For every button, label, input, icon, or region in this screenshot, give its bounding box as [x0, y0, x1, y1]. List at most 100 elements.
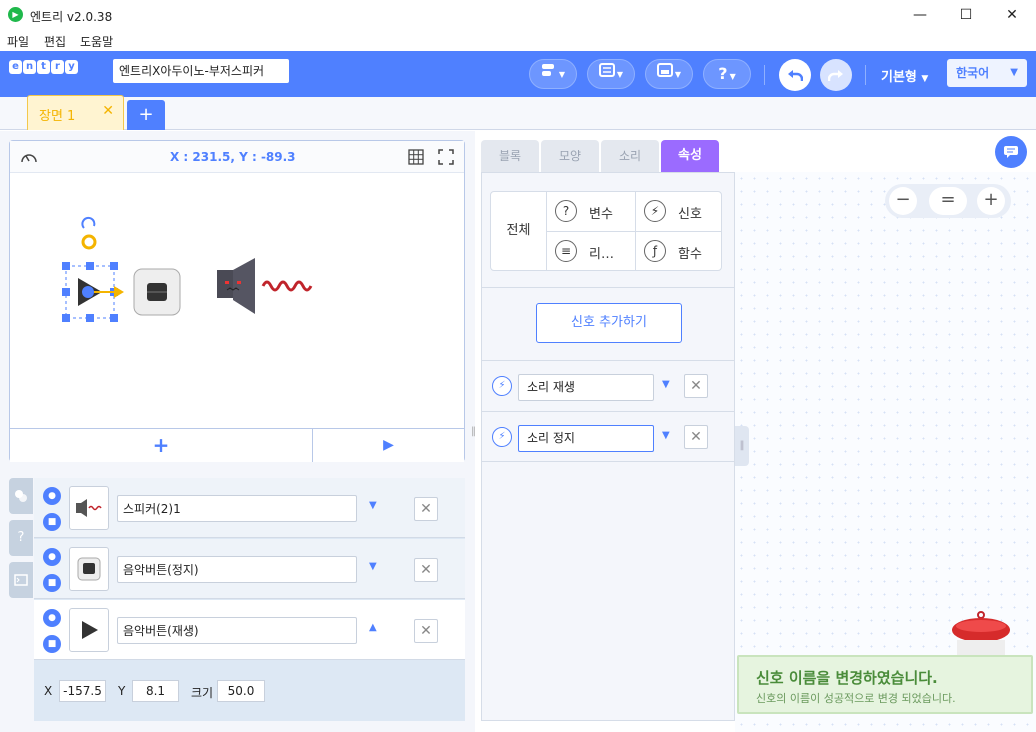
project-title-input[interactable]: 엔트리X아두이노-부저스피커	[113, 59, 289, 83]
fullscreen-icon[interactable]	[438, 149, 454, 165]
object-name-input[interactable]: 음악버튼(정지)	[117, 556, 357, 583]
category-variable[interactable]: ? 변수	[547, 192, 635, 231]
entry-logo: e n t r y	[9, 60, 78, 74]
tab-shapes[interactable]: 모양	[541, 140, 599, 172]
close-button[interactable]: ✕	[989, 0, 1035, 30]
category-label: 리…	[589, 247, 614, 262]
object-name-input[interactable]: 음악버튼(재생)	[117, 617, 357, 644]
speed-gauge-icon[interactable]	[20, 149, 38, 165]
zoom-in-button[interactable]: +	[977, 187, 1005, 215]
add-signal-button[interactable]: 신호 추가하기	[536, 303, 682, 343]
signal-icon: ⚡	[492, 427, 512, 447]
delete-signal-button[interactable]: ✕	[684, 374, 708, 398]
category-list[interactable]: ≡ 리…	[547, 232, 635, 271]
help-menu-button[interactable]: ? ▼	[703, 59, 751, 89]
eye-icon[interactable]: ●	[43, 548, 61, 566]
tab-bar: 블록 모양 소리 속성	[481, 140, 734, 173]
object-tab[interactable]	[9, 478, 33, 514]
document-icon	[598, 63, 615, 77]
tab-attributes[interactable]: 속성	[661, 140, 719, 172]
object-row[interactable]: ● ■ 스피커(2)1 ▼ ✕	[34, 478, 465, 538]
panel-resize-handle[interactable]: ‖	[471, 426, 477, 442]
eye-icon[interactable]: ●	[43, 609, 61, 627]
delete-signal-button[interactable]: ✕	[684, 425, 708, 449]
play-button-icon	[82, 621, 98, 639]
console-tab[interactable]	[9, 562, 33, 598]
signal-name-input[interactable]: 소리 정지	[518, 425, 654, 452]
delete-object-button[interactable]: ✕	[414, 497, 438, 521]
y-input[interactable]: 8.1	[132, 680, 179, 702]
chevron-down-icon[interactable]: ▼	[662, 379, 670, 390]
chevron-down-icon[interactable]: ▼	[369, 561, 377, 572]
menu-file[interactable]: 파일	[7, 33, 29, 50]
zoom-reset-button[interactable]: =	[929, 187, 967, 215]
redo-icon	[827, 70, 843, 81]
menu-edit[interactable]: 편집	[44, 33, 66, 50]
chevron-down-icon: ▼	[1010, 67, 1018, 78]
lock-icon[interactable]: ■	[43, 513, 61, 531]
mode-select[interactable]: 기본형 ▼	[881, 66, 928, 85]
add-object-button[interactable]: +	[10, 429, 313, 462]
question-icon: ?	[555, 200, 577, 222]
language-select[interactable]: 한국어 ▼	[947, 59, 1027, 87]
objects-icon	[15, 490, 27, 502]
grid-icon[interactable]	[408, 149, 424, 165]
undo-button[interactable]	[779, 59, 811, 91]
chevron-down-icon[interactable]: ▼	[369, 500, 377, 511]
signal-row: ⚡ 소리 정지 ▼ ✕	[482, 411, 734, 462]
delete-object-button[interactable]: ✕	[414, 558, 438, 582]
zoom-out-button[interactable]: −	[889, 187, 917, 215]
signal-name-input[interactable]: 소리 재생	[518, 374, 654, 401]
workspace-resize-handle[interactable]: ‖	[735, 426, 749, 466]
selected-sprite-play-button[interactable]	[58, 216, 128, 326]
attribute-panel: 전체 ? 변수 ⚡ 신호 ≡ 리… ƒ 함수 신호 추가하기 ⚡ 소리 재생 ▼…	[481, 172, 735, 721]
object-thumbnail	[69, 547, 109, 591]
speaker-icon	[76, 499, 102, 517]
close-icon[interactable]: ✕	[102, 103, 114, 119]
eye-icon[interactable]: ●	[43, 487, 61, 505]
object-thumbnail	[69, 486, 109, 530]
minimize-button[interactable]: —	[897, 0, 943, 30]
speaker-sprite[interactable]	[215, 256, 327, 316]
language-label: 한국어	[956, 66, 990, 80]
scene-tab-label: 장면 1	[39, 109, 76, 124]
stage-bottom-bar: + ▶	[10, 428, 464, 462]
list-icon: ≡	[555, 240, 577, 262]
redo-button[interactable]	[820, 59, 852, 91]
tab-blocks[interactable]: 블록	[481, 140, 539, 172]
toolbar-divider	[764, 65, 765, 85]
category-all[interactable]: 전체	[491, 192, 547, 270]
block-help-button[interactable]: ▼	[529, 59, 577, 89]
run-button[interactable]: ▶	[313, 429, 464, 462]
maximize-button[interactable]: ☐	[943, 0, 989, 30]
zoom-controls: − = +	[885, 184, 1011, 218]
object-row-selected[interactable]: ● ■ 음악버튼(재생) ▲ ✕	[34, 600, 465, 660]
stage: X : 231.5, Y : -89.3 + ▶	[9, 140, 465, 462]
lock-icon[interactable]: ■	[43, 635, 61, 653]
logo-letter: t	[37, 60, 50, 74]
trash-icon[interactable]	[951, 610, 1011, 660]
delete-object-button[interactable]: ✕	[414, 619, 438, 643]
save-icon	[656, 63, 673, 77]
object-name-input[interactable]: 스피커(2)1	[117, 495, 357, 522]
chat-button[interactable]	[995, 136, 1027, 168]
chevron-down-icon: ▼	[921, 74, 929, 84]
object-properties: X -157.5 Y 8.1 크기 50.0	[34, 661, 465, 721]
tab-sounds[interactable]: 소리	[601, 140, 659, 172]
help-tab[interactable]: ?	[9, 520, 33, 556]
save-menu-button[interactable]: ▼	[645, 59, 693, 89]
scene-tab[interactable]: 장면 1 ✕	[27, 95, 124, 130]
size-input[interactable]: 50.0	[217, 680, 265, 702]
chevron-down-icon[interactable]: ▼	[662, 430, 670, 441]
category-function[interactable]: ƒ 함수	[636, 232, 724, 271]
menu-help[interactable]: 도움말	[80, 33, 113, 50]
chevron-up-icon[interactable]: ▲	[369, 622, 377, 633]
object-row[interactable]: ● ■ 음악버튼(정지) ▼ ✕	[34, 539, 465, 599]
lock-icon[interactable]: ■	[43, 574, 61, 592]
x-input[interactable]: -157.5	[59, 680, 106, 702]
stop-button-icon	[77, 557, 101, 581]
file-menu-button[interactable]: ▼	[587, 59, 635, 89]
stop-button-sprite[interactable]	[133, 268, 181, 316]
category-signal[interactable]: ⚡ 신호	[636, 192, 724, 231]
add-scene-button[interactable]: +	[127, 100, 165, 130]
